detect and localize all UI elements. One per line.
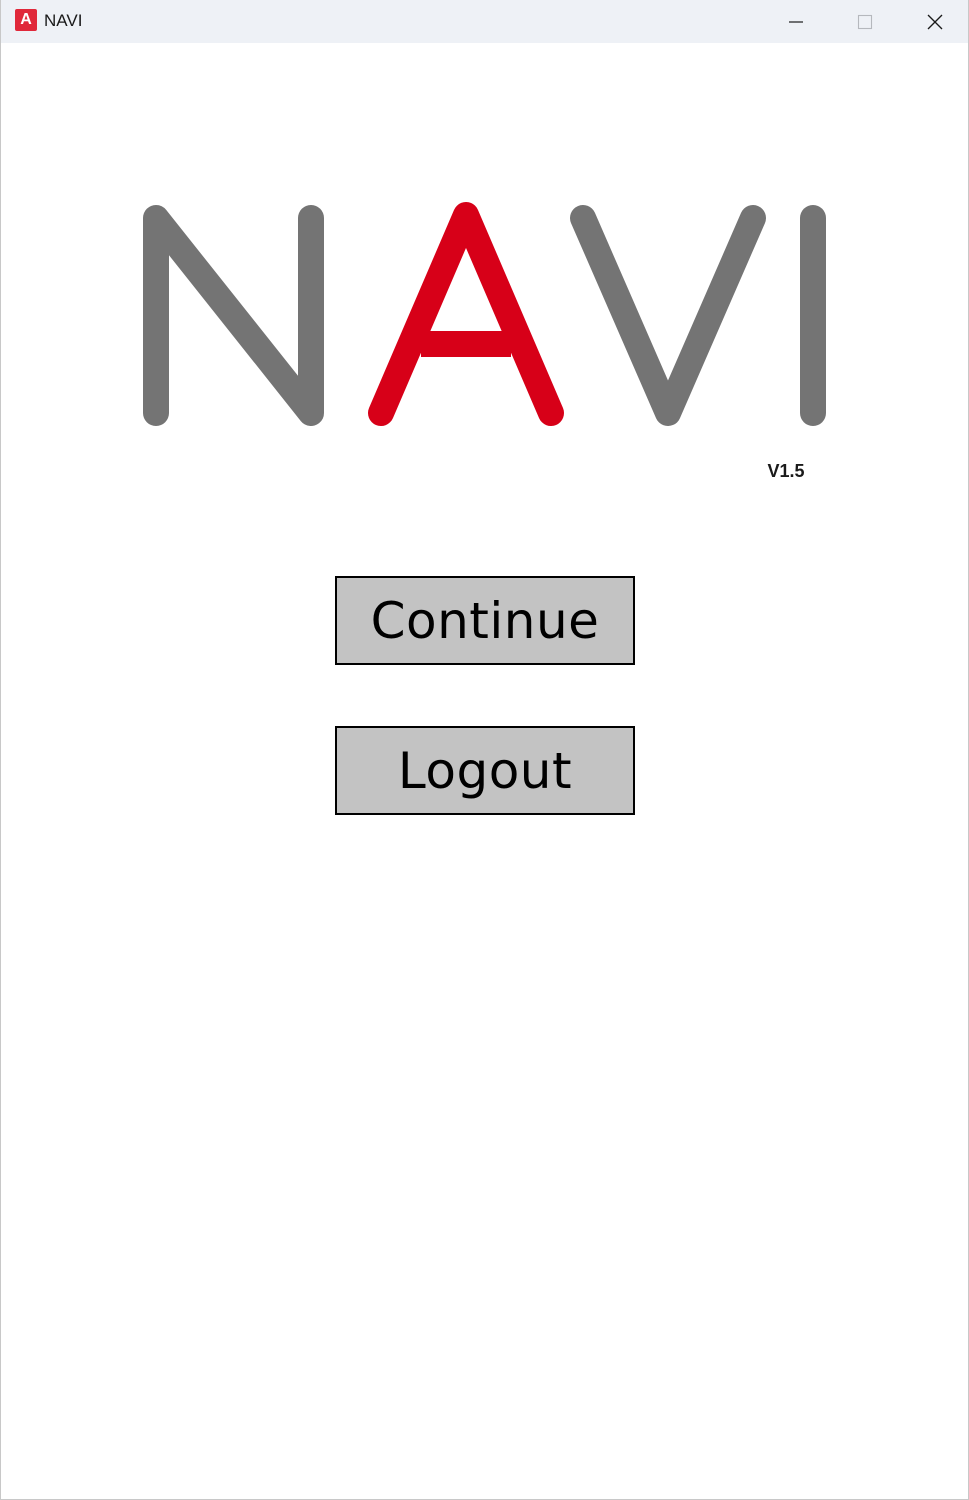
close-icon: [927, 14, 943, 29]
minimize-button[interactable]: [761, 0, 831, 43]
continue-button[interactable]: Continue: [335, 576, 635, 665]
app-icon-letter: A: [20, 11, 32, 28]
navi-logo: [143, 202, 826, 426]
logo-letter-v: [570, 205, 766, 426]
continue-button-label: Continue: [370, 591, 600, 650]
logout-button-label: Logout: [397, 741, 573, 800]
maximize-button[interactable]: [830, 0, 900, 43]
main-content: V1.5 Continue Logout: [1, 43, 968, 1500]
close-button[interactable]: [900, 0, 969, 43]
logo-letter-a: [368, 202, 564, 426]
app-window: A NAVI V1.5 Continue Logout: [0, 0, 969, 1500]
window-title: NAVI: [44, 11, 83, 30]
logout-button[interactable]: Logout: [335, 726, 635, 815]
logo-letter-n: [143, 205, 324, 426]
app-icon: A: [15, 9, 37, 31]
version-label: V1.5: [767, 461, 805, 481]
minimize-icon: [789, 20, 803, 23]
title-bar[interactable]: A NAVI: [1, 0, 968, 43]
maximize-icon: [857, 14, 873, 29]
